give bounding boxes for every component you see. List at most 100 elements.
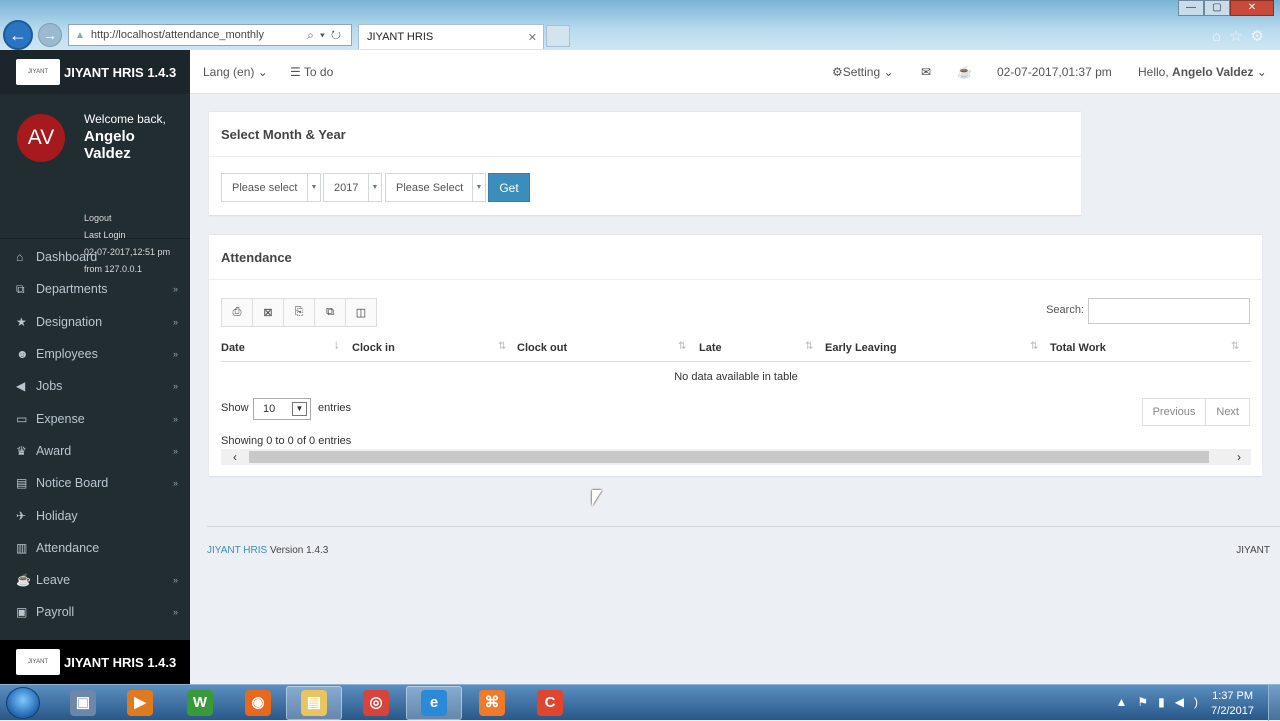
sidebar-item-label: Leave [36,573,71,588]
sidebar-item-award[interactable]: ♛ Award » [0,435,190,467]
close-window-button[interactable]: ✕ [1230,0,1274,16]
sidebar-item-holiday[interactable]: ✈ Holiday [0,499,190,531]
sidebar: JIYANT JIYANT HRIS 1.4.3 AV Welcome back… [0,50,190,684]
previous-button[interactable]: Previous [1141,398,1207,426]
mouse-cursor-icon [592,490,602,506]
start-button[interactable] [6,687,40,719]
home-favorites-tools-icons[interactable]: ⌂☆⚙ [1212,27,1272,45]
menu-icon: ☕ [16,573,31,588]
lang-dropdown[interactable]: Lang (en) ⌄ [203,65,268,79]
chevron-down-icon: » [172,445,178,456]
footer-link[interactable]: JIYANT HRIS [207,545,267,556]
user-dropdown[interactable]: Hello, Angelo Valdez ⌄ [1138,65,1267,79]
taskbar-file-explorer[interactable]: ▤ [286,686,342,720]
setting-label: Setting [842,65,881,79]
sidebar-item-leave[interactable]: ☕ Leave » [0,564,190,596]
empty-table-message: No data available in table [674,371,798,383]
footer-divider [207,526,1280,527]
chevron-down-icon: ⌄ [883,65,894,79]
search-input[interactable] [1088,298,1250,324]
get-button[interactable]: Get [488,173,530,202]
setting-dropdown[interactable]: ⚙Setting ⌄ [832,65,894,79]
sidebar-item-departments[interactable]: ⧉ Departments » [0,273,190,305]
browser-tab[interactable]: JIYANT HRIS ✕ [358,24,544,49]
sidebar-item-expense[interactable]: ▭ Expense » [0,402,190,434]
top-navbar: Lang (en) ⌄ ☰ To do ⚙Setting ⌄ ✉ ☕ 02-07… [190,50,1280,94]
sort-icon[interactable]: ⇅ [805,341,813,352]
address-tools[interactable]: ⌕▾↻ [307,28,347,43]
column-header-clock-in[interactable]: Clock in [352,342,395,354]
sort-icon[interactable]: ⇂ [332,341,340,352]
sort-icon[interactable]: ⇅ [1030,341,1038,352]
forward-button[interactable]: → [38,23,62,47]
sort-icon[interactable]: ⇅ [678,341,686,352]
taskbar-word[interactable]: W [172,686,228,720]
chevron-down-icon: » [172,575,178,586]
taskbar-media-player[interactable]: ▶ [112,686,168,720]
column-header-total-work[interactable]: Total Work [1050,342,1106,354]
sidebar-item-designation[interactable]: ★ Designation » [0,306,190,338]
system-tray-icons[interactable]: ▲⚑▮◀) [1116,695,1208,709]
sort-icon[interactable]: ⇅ [1231,341,1239,352]
tab-close-icon[interactable]: ✕ [528,31,537,44]
column-header-clock-out[interactable]: Clock out [517,342,567,354]
taskbar-firefox[interactable]: ◉ [230,686,286,720]
column-header-date[interactable]: Date [221,342,245,354]
footer-version: Version 1.4.3 [269,545,329,556]
taskbar-chrome[interactable]: ◎ [348,686,404,720]
maximize-button[interactable]: ▢ [1204,0,1230,16]
sort-icon[interactable]: ⇅ [498,341,506,352]
column-header-late[interactable]: Late [699,342,722,354]
copy-icon[interactable]: ⧉ [314,298,346,327]
welcome-text: Welcome back, [84,112,166,126]
taskbar-internet-explorer[interactable]: e [406,686,462,720]
coffee-icon[interactable]: ☕ [957,65,972,79]
back-button[interactable]: ← [3,20,33,50]
minimize-button[interactable]: — [1178,0,1204,16]
show-label: Show [221,402,249,414]
page-icon: ▲ [75,29,85,41]
show-desktop-button[interactable] [1268,685,1280,721]
address-bar[interactable]: ▲ http://localhost/attendance_monthly ⌕▾… [68,24,352,46]
year-select[interactable]: 2017 ▼ [323,173,382,202]
tab-title: JIYANT HRIS [367,31,434,43]
next-button[interactable]: Next [1205,398,1250,426]
horizontal-scrollbar[interactable]: ‹ › [221,449,1251,465]
envelope-icon[interactable]: ✉ [921,65,931,79]
excel-icon[interactable]: ⊠ [252,298,284,327]
sidebar-item-payroll[interactable]: ▣ Payroll » [0,596,190,628]
file-explorer-icon: ▤ [301,690,327,716]
scrollbar-thumb[interactable] [249,451,1209,463]
media-player-icon: ▶ [127,690,153,716]
taskbar-xampp[interactable]: ⌘ [464,686,520,720]
month-select[interactable]: Please select ▼ [221,173,321,202]
chevron-down-icon: ⌄ [1256,65,1267,79]
page-length-select[interactable]: 10 ▼ [253,398,311,420]
menu-icon: ▭ [16,411,28,426]
chevron-down-icon: » [172,381,178,392]
employee-select[interactable]: Please Select ▼ [385,173,486,202]
print-icon[interactable]: ⎙ [221,298,253,327]
pdf-icon[interactable]: ⎘ [283,298,315,327]
taskbar-explorer-window[interactable]: ▣ [55,686,111,720]
logout-link[interactable]: Logout [84,213,112,223]
menu-icon: ◀ [16,379,26,394]
new-tab-button[interactable] [546,25,570,47]
internet-explorer-icon: e [421,690,447,716]
sidebar-item-label: Holiday [36,508,78,523]
sidebar-item-attendance[interactable]: ▥ Attendance [0,532,190,564]
taskbar-clock[interactable]: 1:37 PM 7/2/2017 [1211,689,1254,719]
sidebar-item-jobs[interactable]: ◀ Jobs » [0,370,190,402]
menu-icon: ☻ [16,347,29,362]
todo-link[interactable]: ☰ To do [290,65,333,79]
menu-icon: ⌂ [16,250,24,265]
sidebar-item-dashboard[interactable]: ⌂ Dashboard [0,241,190,273]
scroll-left-icon[interactable]: ‹ [233,450,237,464]
column-visibility-icon[interactable]: ◫ [345,298,377,327]
sidebar-logo[interactable]: JIYANT JIYANT HRIS 1.4.3 [0,50,190,94]
column-header-early-leaving[interactable]: Early Leaving [825,342,897,354]
taskbar-codeigniter[interactable]: C [522,686,578,720]
scroll-right-icon[interactable]: › [1237,450,1241,464]
sidebar-item-notice-board[interactable]: ▤ Notice Board » [0,467,190,499]
sidebar-item-employees[interactable]: ☻ Employees » [0,338,190,370]
